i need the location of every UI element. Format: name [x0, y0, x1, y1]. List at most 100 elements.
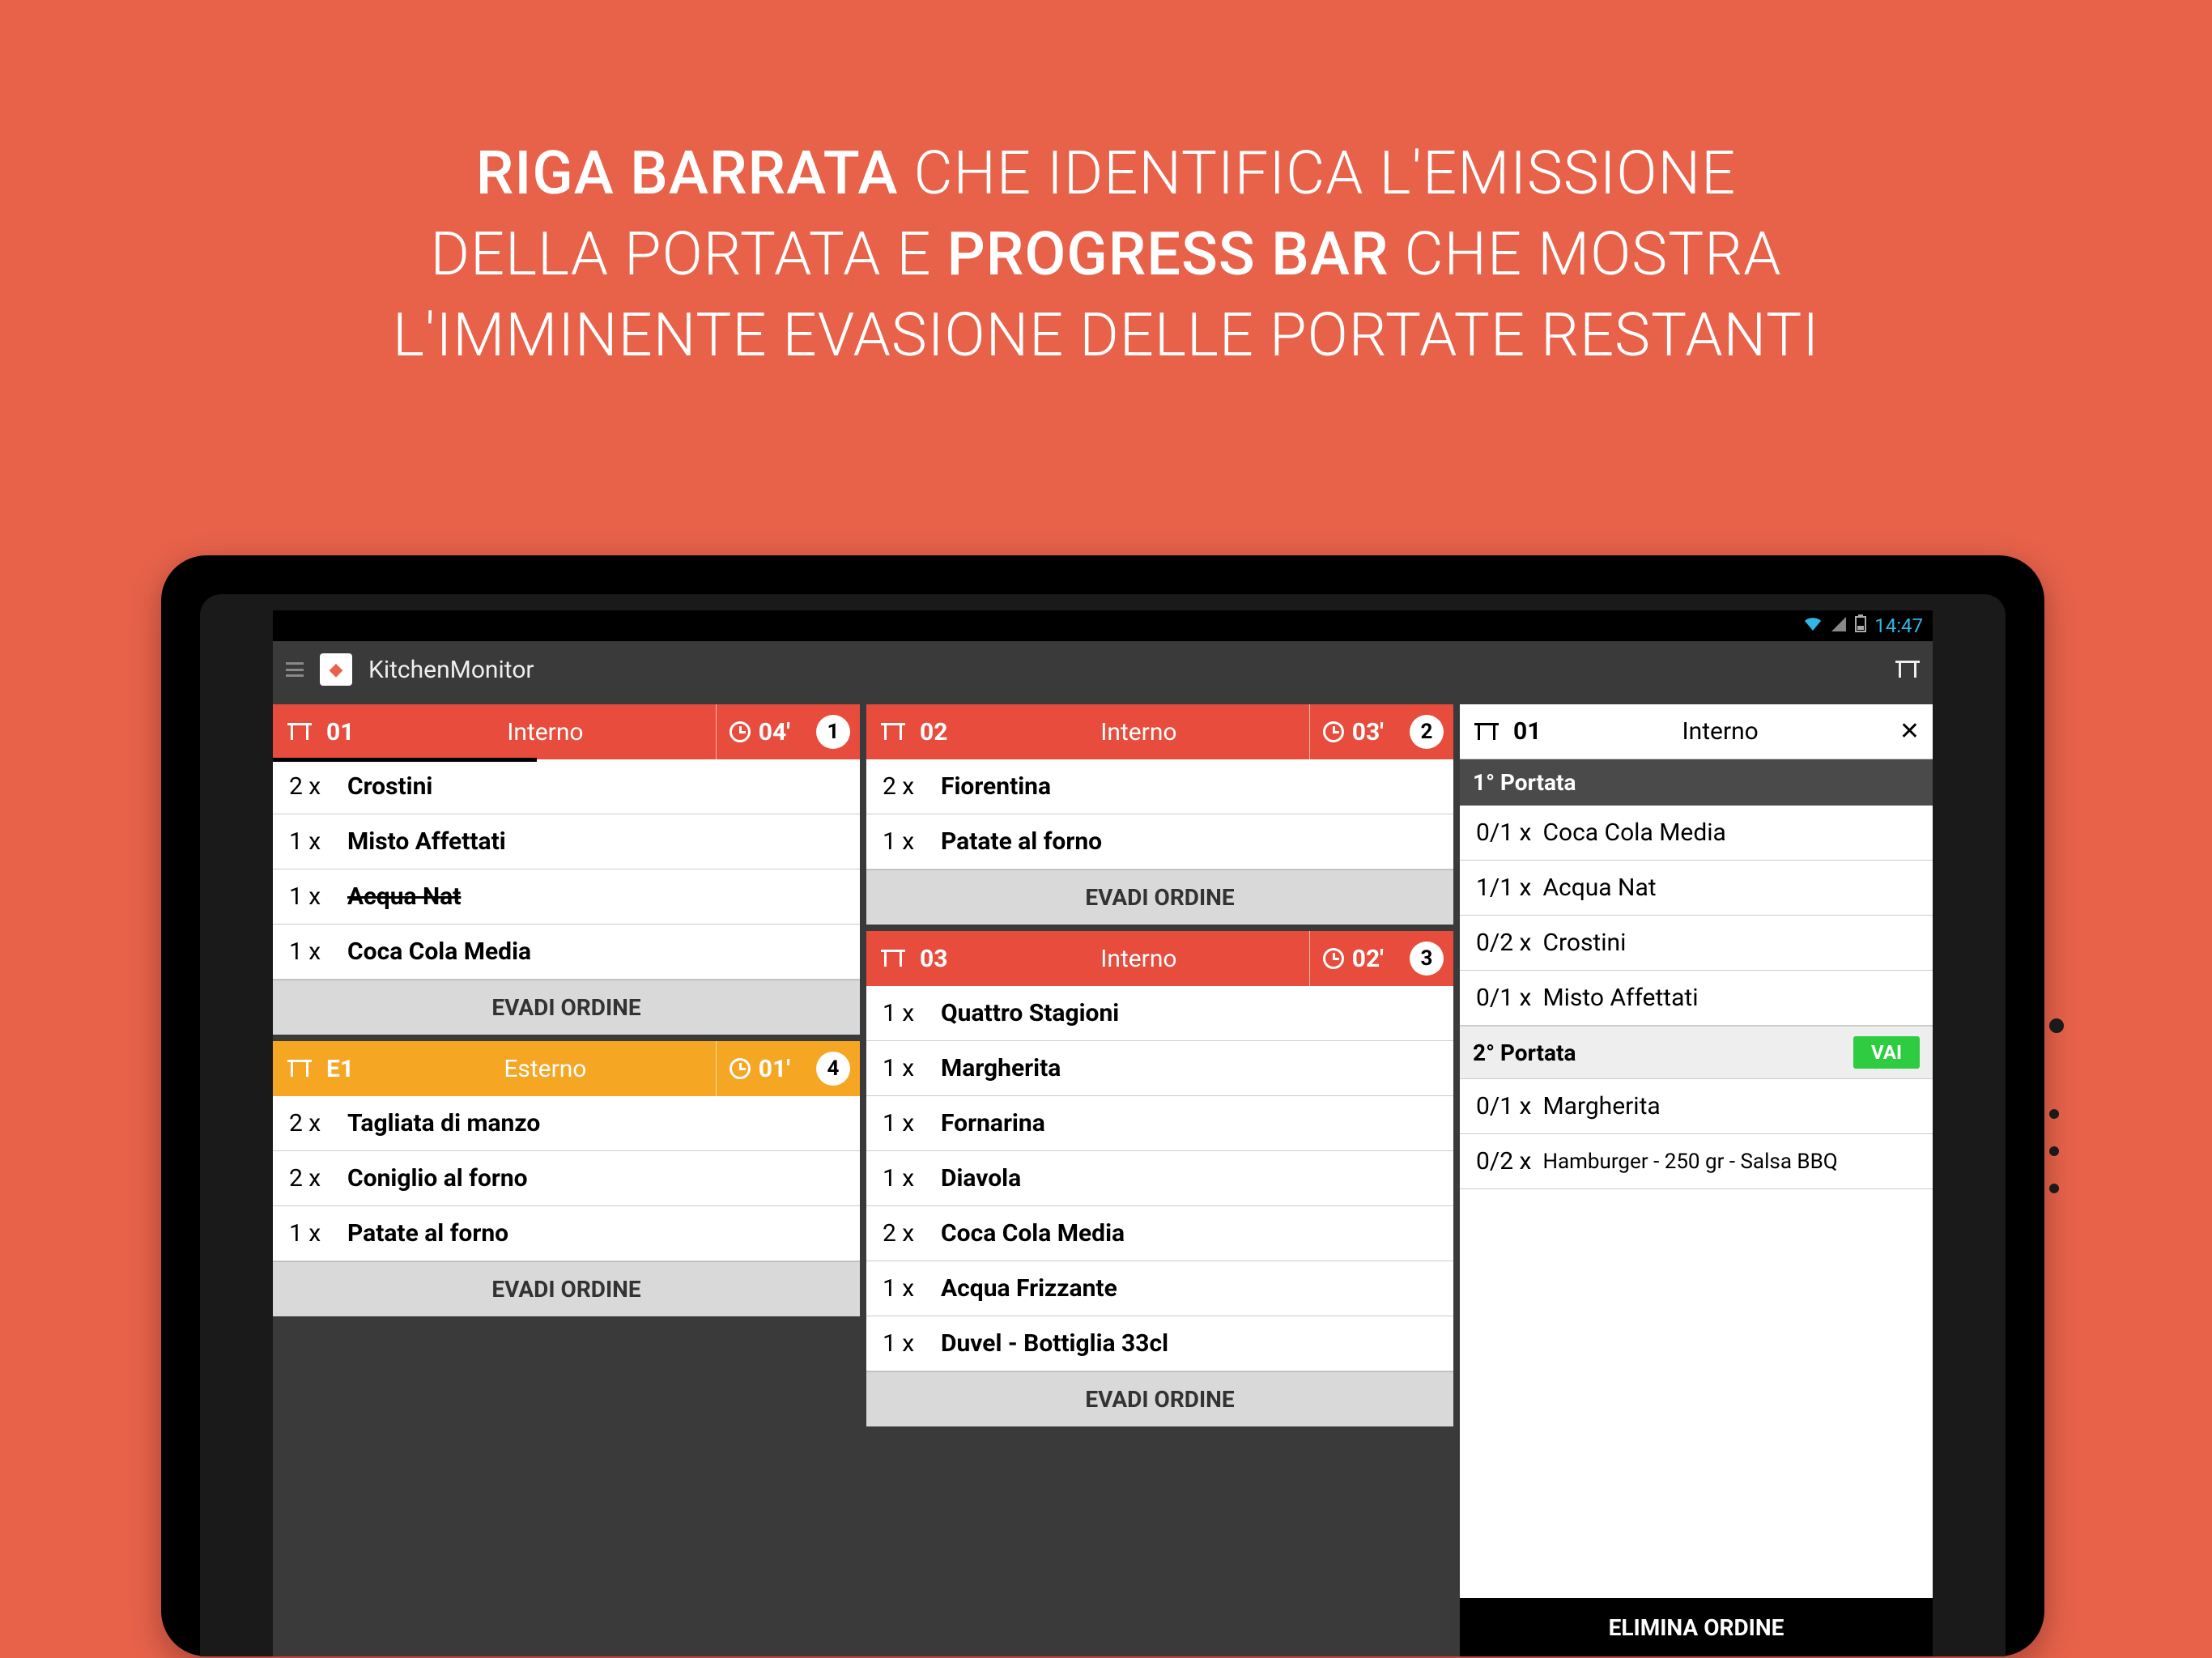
order-header[interactable]: 03 Interno 02' 3: [866, 931, 1453, 986]
line-qty: 1 x: [289, 827, 336, 856]
line-name: Coniglio al forno: [347, 1164, 528, 1192]
order-line[interactable]: 2 x Fiorentina: [866, 759, 1453, 814]
clock-icon: [730, 1058, 751, 1079]
vai-button[interactable]: VAI: [1853, 1036, 1920, 1069]
line-name: Patate al forno: [941, 827, 1102, 856]
line-name: Coca Cola Media: [347, 937, 531, 966]
statusbar-clock: 14:47: [1874, 614, 1923, 637]
order-line[interactable]: 2 x Coniglio al forno: [273, 1151, 860, 1206]
table-icon: [1474, 723, 1499, 741]
order-line[interactable]: 1 x Patate al forno: [866, 814, 1453, 869]
evadi-ordine-button[interactable]: EVADI ORDINE: [273, 980, 860, 1035]
table-number: 02: [920, 718, 968, 746]
line-name: Patate al forno: [347, 1219, 508, 1248]
line-name: Coca Cola Media: [941, 1219, 1125, 1248]
detail-line[interactable]: 1/1 x Acqua Nat: [1460, 861, 1933, 916]
course-1-header: 1° Portata: [1460, 759, 1933, 806]
line-qty: 1 x: [883, 827, 929, 856]
line-qty: 1 x: [883, 1329, 929, 1358]
line-qty: 2 x: [289, 772, 336, 801]
order-line[interactable]: 1 xDiavola: [866, 1151, 1453, 1206]
line-qty: 1 x: [883, 1054, 929, 1082]
table-icon: [287, 723, 312, 741]
order-line[interactable]: 1 xFornarina: [866, 1096, 1453, 1151]
order-line[interactable]: 2 x Crostini: [273, 759, 860, 814]
order-line[interactable]: 1 x Misto Affettati: [273, 814, 860, 869]
line-name: Duvel - Bottiglia 33cl: [941, 1329, 1168, 1358]
line-qty: 0/2 x: [1476, 1147, 1531, 1175]
detail-line[interactable]: 0/1 x Margherita: [1460, 1079, 1933, 1134]
line-qty: 0/2 x: [1476, 929, 1531, 957]
course-2-header: 2° Portata VAI: [1460, 1026, 1933, 1079]
table-number: 01: [326, 718, 375, 746]
app-title: KitchenMonitor: [368, 656, 534, 684]
evadi-ordine-button[interactable]: EVADI ORDINE: [866, 869, 1453, 925]
course-badge: 3: [1410, 942, 1444, 976]
line-name: Margherita: [1542, 1092, 1660, 1120]
order-line[interactable]: 1 x Duvel - Bottiglia 33cl: [866, 1316, 1453, 1371]
line-name: Acqua Nat: [1542, 874, 1656, 902]
order-line[interactable]: 1 xMargherita: [866, 1041, 1453, 1096]
order-line[interactable]: 1 x Patate al forno: [273, 1206, 860, 1261]
line-qty: 1/1 x: [1476, 874, 1531, 902]
line-qty: 1 x: [289, 937, 336, 966]
line-name: Fornarina: [941, 1109, 1045, 1137]
evadi-ordine-button[interactable]: EVADI ORDINE: [273, 1261, 860, 1316]
order-line[interactable]: 1 x Coca Cola Media: [273, 925, 860, 980]
course-2-title: 2° Portata: [1473, 1039, 1576, 1066]
elimina-ordine-button[interactable]: ELIMINA ORDINE: [1460, 1598, 1933, 1656]
menu-icon[interactable]: [286, 662, 304, 677]
line-name: Misto Affettati: [347, 827, 506, 856]
elapsed-time: 01': [759, 1055, 790, 1083]
clock-icon: [1323, 721, 1344, 742]
course-badge: 2: [1410, 715, 1444, 749]
wifi-icon: [1803, 614, 1823, 638]
line-name: Fiorentina: [941, 772, 1051, 801]
line-qty: 0/1 x: [1476, 1092, 1531, 1120]
line-qty: 2 x: [883, 1219, 929, 1248]
progress-bar: [273, 758, 537, 762]
line-qty: 1 x: [883, 1164, 929, 1192]
line-name: Misto Affettati: [1542, 984, 1698, 1012]
tables-icon[interactable]: [1895, 661, 1920, 678]
close-icon[interactable]: ✕: [1899, 717, 1920, 746]
detail-line[interactable]: 0/2 xHamburger - 250 gr - Salsa BBQ: [1460, 1134, 1933, 1189]
order-line[interactable]: 1 xQuattro Stagioni: [866, 986, 1453, 1041]
table-location: Interno: [983, 945, 1295, 973]
detail-table-number: 01: [1513, 717, 1541, 746]
detail-line[interactable]: 0/2 x Crostini: [1460, 916, 1933, 971]
detail-line[interactable]: 0/1 xMisto Affettati: [1460, 971, 1933, 1026]
elapsed-time: 02': [1352, 945, 1384, 973]
course-badge: 1: [816, 715, 850, 749]
table-number: E1: [326, 1055, 375, 1083]
line-qty: 2 x: [289, 1164, 336, 1192]
app-icon: ◆: [320, 653, 352, 686]
order-header[interactable]: 02 Interno 03' 2: [866, 704, 1453, 759]
line-name: Crostini: [1542, 929, 1626, 957]
promo-headline: RIGA BARRATA CHE IDENTIFICA L'EMISSIONE …: [0, 134, 2212, 376]
elapsed-time: 04': [759, 718, 790, 746]
android-statusbar: 14:47: [273, 610, 1933, 641]
order-header[interactable]: E1 Esterno 01' 4: [273, 1041, 860, 1096]
order-line[interactable]: 2 x Coca Cola Media: [866, 1206, 1453, 1261]
table-location: Interno: [389, 718, 701, 746]
order-detail-panel: 01 Interno ✕ 1° Portata 0/1 xCoca Cola M…: [1460, 704, 1933, 1656]
cell-signal-icon: [1831, 614, 1847, 637]
clock-icon: [730, 721, 751, 742]
order-header[interactable]: 01 Interno 04' 1: [273, 704, 860, 759]
order-line[interactable]: 1 xAcqua Frizzante: [866, 1261, 1453, 1316]
tablet-buttons: [2049, 1018, 2064, 1193]
detail-header: 01 Interno ✕: [1460, 704, 1933, 759]
line-qty: 2 x: [883, 772, 929, 801]
order-card-e1: E1 Esterno 01' 4 2 x Tagliata di ma: [273, 1041, 860, 1316]
line-qty: 1 x: [289, 882, 336, 911]
detail-line[interactable]: 0/1 xCoca Cola Media: [1460, 806, 1933, 861]
order-line[interactable]: 1 x Acqua Nat: [273, 869, 860, 925]
order-line[interactable]: 2 x Tagliata di manzo: [273, 1096, 860, 1151]
evadi-ordine-button[interactable]: EVADI ORDINE: [866, 1371, 1453, 1426]
order-card-03: 03 Interno 02' 3 1 xQuattro Stagioni 1 x…: [866, 931, 1453, 1426]
line-qty: 1 x: [883, 1274, 929, 1303]
table-number: 03: [920, 945, 968, 973]
line-name: Tagliata di manzo: [347, 1109, 540, 1137]
clock-icon: [1323, 948, 1344, 969]
